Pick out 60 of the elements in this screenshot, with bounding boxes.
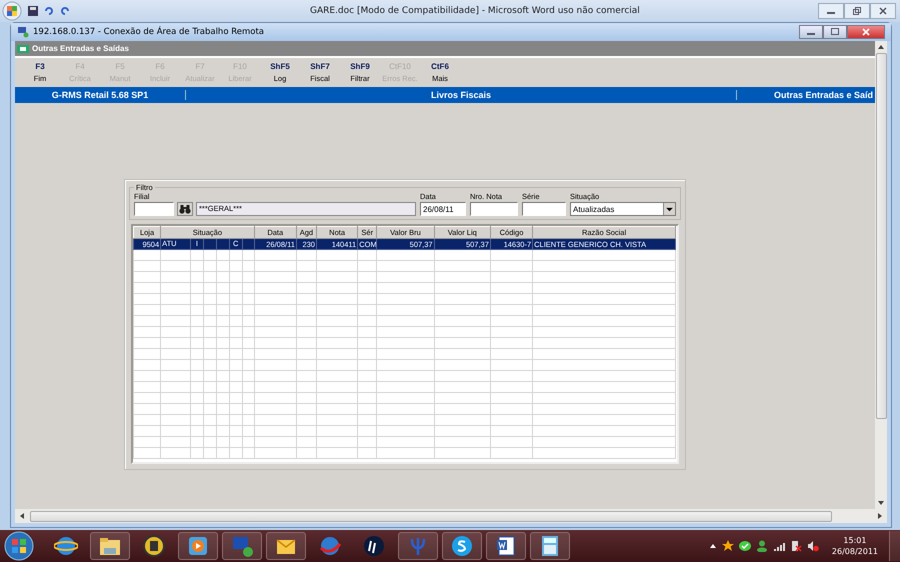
clock-date: 26/08/2011: [832, 547, 878, 556]
screen-name: Outras Entradas e Saíd: [772, 90, 874, 100]
power-icon[interactable]: [790, 540, 802, 552]
window-title: GARE.doc [Modo de Compatibilidade] - Microsoft Word uso não comercial: [310, 6, 640, 16]
input-field[interactable]: [470, 202, 518, 216]
binoculars-icon: [179, 204, 191, 214]
taskbar-button[interactable]: [486, 532, 526, 560]
cloud-icon: [450, 534, 474, 558]
show-hidden-icon[interactable]: [708, 542, 717, 550]
redo-icon[interactable]: [60, 6, 70, 16]
maximize-button[interactable]: [823, 25, 847, 39]
close-button[interactable]: [847, 25, 885, 39]
input-field[interactable]: [134, 202, 174, 216]
star-icon[interactable]: [722, 540, 734, 552]
scroll-up-icon[interactable]: [877, 43, 885, 51]
taskbar-button[interactable]: [266, 532, 306, 560]
save-icon[interactable]: [28, 6, 38, 16]
app-icon: [17, 44, 29, 52]
coin-icon: [142, 534, 166, 558]
scroll-right-icon[interactable]: [876, 512, 884, 520]
minimize-button[interactable]: [799, 25, 823, 39]
monitor-icon: [17, 26, 29, 38]
taskbar-button[interactable]: [530, 532, 570, 560]
restore-button[interactable]: [844, 3, 870, 19]
scroll-thumb[interactable]: [30, 510, 832, 522]
input-field[interactable]: [522, 202, 566, 216]
product-name: G-RMS Retail 5.68 SP1: [15, 90, 186, 100]
window-title: 192.168.0.137 - Conexão de Área de Trabalho Remota: [33, 27, 264, 37]
date-field[interactable]: 26/08/11: [420, 202, 466, 216]
globe-e-icon: [54, 534, 78, 558]
close-icon: [879, 7, 887, 15]
office-button-icon[interactable]: [2, 1, 22, 21]
clock[interactable]: 15:01 26/08/2011: [832, 536, 878, 556]
person-icon[interactable]: [756, 540, 768, 552]
taskbar-button[interactable]: [442, 532, 482, 560]
minimize-button[interactable]: [818, 3, 844, 19]
taskbar-button[interactable]: [90, 532, 130, 560]
scroll-down-icon[interactable]: [877, 499, 885, 507]
vertical-scrollbar[interactable]: [875, 41, 887, 509]
horizontal-scrollbar[interactable]: [15, 509, 887, 523]
app-title: Outras Entradas e Saídas: [32, 44, 129, 53]
undo-icon[interactable]: [44, 6, 54, 16]
close-icon: [862, 28, 870, 36]
show-desktop-button[interactable]: [889, 531, 900, 561]
globe-icon: [318, 534, 342, 558]
play-icon: [186, 534, 210, 558]
monitor-icon: [230, 534, 254, 558]
close-button[interactable]: [870, 3, 896, 19]
scroll-left-icon[interactable]: [18, 512, 26, 520]
maximize-icon: [831, 28, 839, 36]
status-dropdown[interactable]: Atualizadas: [570, 202, 676, 216]
module-name: Livros Fiscais: [186, 90, 737, 100]
clock-time: 15:01: [843, 536, 866, 545]
check-icon[interactable]: [738, 540, 751, 552]
scroll-thumb[interactable]: [876, 53, 886, 419]
restore-icon: [853, 7, 861, 15]
signal-icon[interactable]: [772, 540, 785, 552]
search-button[interactable]: [177, 202, 193, 216]
start-button-icon[interactable]: [4, 531, 34, 561]
speaker-muted-icon[interactable]: [806, 540, 819, 552]
